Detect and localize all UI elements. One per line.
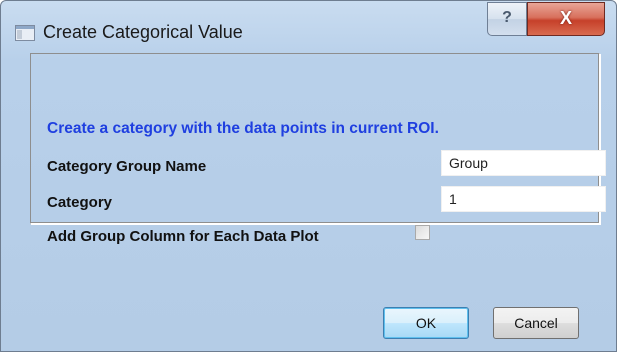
window-app-icon [15,25,35,41]
help-icon: ? [502,9,512,26]
category-group-name-label: Category Group Name [47,158,207,175]
add-group-column-checkbox[interactable] [415,225,430,240]
title-bar[interactable]: Create Categorical Value ? X [1,1,616,61]
cancel-button[interactable]: Cancel [493,307,579,339]
close-button[interactable]: X [527,2,605,36]
dialog-window: Create Categorical Value ? X Create a ca… [0,0,617,352]
window-title: Create Categorical Value [43,22,243,42]
category-label: Category [47,194,113,211]
help-button[interactable]: ? [487,2,527,36]
instruction-text: Create a category with the data points i… [47,120,439,137]
category-group-name-input[interactable] [441,150,606,176]
category-input[interactable] [441,186,606,212]
ok-button[interactable]: OK [383,307,469,339]
options-group: Create a category with the data points i… [30,53,606,245]
add-group-column-label: Add Group Column for Each Data Plot [47,228,319,245]
close-icon: X [559,8,572,28]
